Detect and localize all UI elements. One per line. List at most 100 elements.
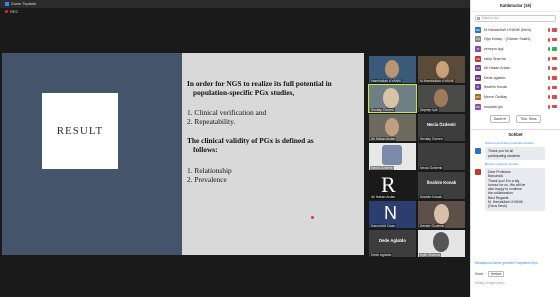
tile-center-name: Dede Aglatdo <box>379 238 406 243</box>
tile-name: Ali Hakan Ardan <box>370 136 397 141</box>
slide-line: follows: <box>193 145 218 154</box>
rec-label: REC <box>10 9 19 14</box>
mute-all-button[interactable]: Tüm. Sess. <box>516 115 542 124</box>
chat-visibility-note[interactable]: Mesajlarınız kimler görebilir? Kaydetme … <box>471 261 538 265</box>
tile-center-name: İbrahim Konak <box>426 180 457 185</box>
video-off-icon[interactable] <box>552 28 557 32</box>
tile-name: Sevilay Özmen <box>370 107 395 112</box>
participant-face <box>383 88 399 108</box>
video-tile[interactable]: Necla Özdemir <box>369 143 416 170</box>
video-tile[interactable]: Zeynep Işık <box>418 85 465 112</box>
video-tile[interactable]: R Ali Hakan Ardan <box>369 172 416 199</box>
avatar: DA <box>475 74 481 81</box>
tile-name: Kevser Özdemir <box>419 223 446 228</box>
mic-muted-icon[interactable] <box>547 28 550 32</box>
participant-name: Merve Özbilaş <box>484 94 507 99</box>
slide-line: 1. Clinical verification and <box>187 108 267 117</box>
participant-row[interactable]: AS rahip Sharma <box>471 54 560 64</box>
participant-row[interactable]: DA Dede aglatdo <box>471 73 560 83</box>
chat-recipient: Kime: Herkes <box>475 271 505 277</box>
video-tile[interactable]: Kevser Özdemir <box>418 201 465 228</box>
avatar <box>475 168 481 175</box>
participant-row[interactable]: ZI zeneyra Işgi <box>471 44 560 54</box>
tile-name: Necla Özdemir <box>370 165 395 170</box>
video-on-icon[interactable] <box>552 47 557 51</box>
mic-muted-icon[interactable] <box>547 85 550 90</box>
participant-name: Ali Hasan Arslan <box>484 66 511 71</box>
avatar: İK <box>475 84 481 91</box>
video-off-icon[interactable] <box>552 37 557 42</box>
tile-name: Aylin Sharma <box>419 252 442 257</box>
participant-row[interactable]: MG mustafa gül <box>471 102 560 112</box>
slide-line: 2. Repeatability. <box>187 117 236 126</box>
slide-left-pane: RESULT <box>2 53 182 255</box>
chat-bubble: Thank you for all participating students <box>485 147 545 160</box>
initial-avatar: N <box>384 203 397 223</box>
mic-muted-icon[interactable] <box>547 56 550 61</box>
participant-name: Dede aglatdo <box>484 75 506 80</box>
video-tile[interactable]: Ali Hakan Ardan <box>369 114 416 141</box>
participant-row[interactable]: MÖ Merve Özbilaş <box>471 92 560 102</box>
video-tile[interactable]: Necla Özdemir Sevilay Özmen <box>418 114 465 141</box>
video-gallery: Hamidullah UYANIK M.Hamidullah UYANIK Se… <box>367 55 467 257</box>
participant-face <box>385 118 399 136</box>
video-tile[interactable]: M.Hamidullah UYANIK <box>418 56 465 83</box>
chat-message-input[interactable]: Mesaj buraya yazın... <box>475 281 555 285</box>
video-tile[interactable]: İbrahim Konak İbrahim Konak <box>418 172 465 199</box>
avatar: MH <box>475 26 481 33</box>
participant-face <box>385 60 399 78</box>
participant-row[interactable]: İK İbrahim Konak <box>471 83 560 93</box>
video-tile[interactable]: Necla Özdemir <box>418 143 465 170</box>
result-box: RESULT <box>42 93 118 169</box>
video-tile[interactable]: Hamidullah UYANIK <box>369 56 416 83</box>
chat-message: Dear Professor Baruahatl, Thank you! It … <box>471 167 560 211</box>
video-off-icon[interactable] <box>552 57 557 61</box>
participant-row[interactable]: AH Ali Hasan Arslan <box>471 63 560 73</box>
mic-muted-icon[interactable] <box>547 37 550 42</box>
shared-screen: RESULT In order for NGS to realize its f… <box>2 53 364 255</box>
search-placeholder: Katılım bul <box>482 16 499 20</box>
mic-muted-icon[interactable] <box>547 95 550 100</box>
video-tile[interactable]: Aylin Sharma <box>418 230 465 257</box>
tile-name: Ali Hakan Ardan <box>370 194 397 199</box>
slide-line: population-specific PGx studies, <box>193 88 295 97</box>
video-off-icon[interactable] <box>552 105 557 109</box>
video-tile[interactable]: Dede Aglatdo Dede Aglatdo <box>369 230 416 257</box>
tile-center-name: Necla Özdemir <box>426 122 457 127</box>
video-off-icon[interactable] <box>552 95 557 99</box>
mic-muted-icon[interactable] <box>547 66 550 71</box>
mic-muted-icon[interactable] <box>547 75 550 80</box>
avatar: AH <box>475 65 481 72</box>
zoom-icon <box>5 1 9 6</box>
participant-name: Oğu Kıldaş... (Olcean Salahi) <box>484 37 531 42</box>
participant-face <box>433 232 449 252</box>
video-off-icon[interactable] <box>552 66 557 71</box>
participant-row[interactable]: ÖS Oğu Kıldaş... (Olcean Salahi) <box>471 35 560 45</box>
mic-on-icon[interactable] <box>547 47 550 52</box>
avatar: MG <box>475 103 481 110</box>
tile-name: Necla Özdemir <box>419 165 444 170</box>
video-off-icon[interactable] <box>552 85 557 90</box>
result-text: RESULT <box>56 125 104 137</box>
recipient-dropdown[interactable]: Herkes <box>487 271 505 277</box>
chat-message-meta: Nalimonya Özbek gönderildi: Herkes <box>485 141 534 146</box>
title-bar: Zoom Toplantı <box>0 0 470 8</box>
video-tile-active-speaker[interactable]: Sevilay Özmen <box>368 84 417 113</box>
participant-name: zeneyra Işgi <box>484 46 504 51</box>
video-tile[interactable]: N Karımürüt Ozan <box>369 201 416 228</box>
chat-message-meta: Benden yolğnıza: Herkes <box>485 161 519 166</box>
participant-row[interactable]: MH M.Hamidullah UYANIK (Bent) <box>471 25 560 35</box>
mic-muted-icon[interactable] <box>547 104 550 109</box>
invite-button[interactable]: Davet et <box>489 115 511 124</box>
participant-face <box>434 204 449 224</box>
meeting-topbar: REC <box>0 8 470 16</box>
laser-pointer <box>311 216 314 219</box>
avatar: AS <box>475 55 481 62</box>
slide-line: 2. Prevalence <box>187 175 227 184</box>
participants-title: Katılımcılar (19) <box>471 0 560 12</box>
avatar: ZI <box>475 45 481 52</box>
participant-search-input[interactable]: Katılım bul <box>475 15 556 22</box>
window-title: Zoom Toplantı <box>11 1 37 6</box>
chat-to-label: Kime: <box>475 272 484 276</box>
video-off-icon[interactable] <box>552 76 557 80</box>
